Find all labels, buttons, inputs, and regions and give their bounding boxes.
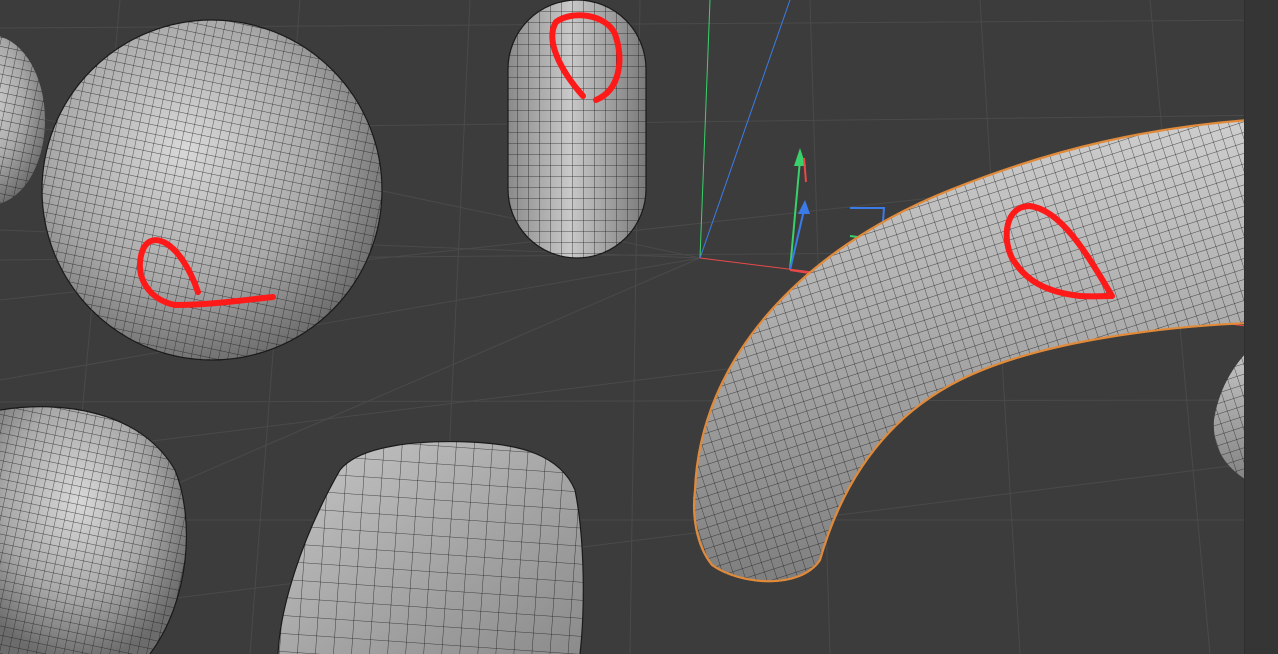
cylinder-object[interactable] bbox=[0, 406, 187, 654]
viewport-side-strip bbox=[1244, 0, 1278, 654]
capsule-object[interactable] bbox=[507, 0, 647, 259]
cube-object[interactable] bbox=[277, 441, 584, 654]
3d-viewport[interactable] bbox=[0, 0, 1278, 654]
sphere-object[interactable] bbox=[41, 19, 383, 361]
viewport-scene[interactable] bbox=[0, 0, 1278, 654]
torus-object[interactable] bbox=[692, 116, 1278, 583]
partial-sphere[interactable] bbox=[0, 35, 45, 205]
